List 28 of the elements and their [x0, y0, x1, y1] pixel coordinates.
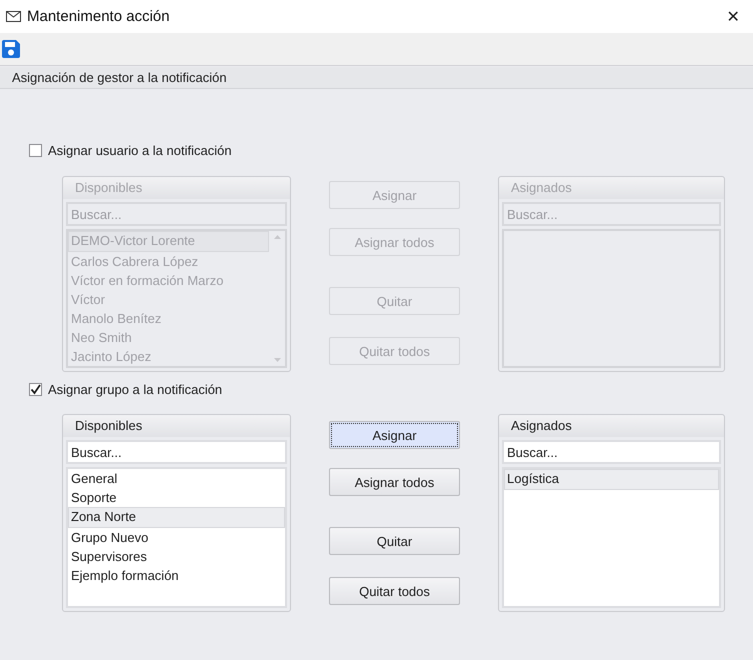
list-item[interactable]: Ejemplo formación: [68, 566, 285, 585]
list-item[interactable]: Zona Norte: [68, 507, 285, 528]
checkbox-label[interactable]: Asignar usuario a la notificación: [48, 142, 232, 158]
envelope-icon: [6, 10, 21, 22]
window-title: Mantenimento acción: [27, 8, 171, 25]
action-button[interactable]: Quitar: [329, 527, 460, 555]
panel-title: Disponibles: [63, 177, 290, 199]
action-button[interactable]: Quitar todos: [329, 577, 460, 605]
save-icon[interactable]: [1, 39, 21, 59]
search-field[interactable]: Buscar...: [66, 440, 287, 464]
checkbox-label[interactable]: Asignar grupo a la notificación: [48, 382, 222, 396]
close-button[interactable]: ✕: [719, 6, 747, 26]
action-button[interactable]: Asignar todos: [329, 468, 460, 496]
panel-title: Asignados: [499, 177, 724, 199]
list-item[interactable]: Soporte: [68, 488, 285, 507]
panel-title: Disponibles: [63, 415, 290, 437]
action-button[interactable]: Asignar: [329, 421, 460, 449]
list-item[interactable]: Supervisores: [68, 547, 285, 566]
panel-title: Asignados: [499, 415, 724, 437]
checkbox[interactable]: [29, 382, 42, 396]
list-item[interactable]: Logística: [504, 469, 719, 490]
checkbox[interactable]: [29, 144, 42, 156]
section-header: Asignación de gestor a la notificación: [0, 67, 753, 89]
list-item[interactable]: Grupo Nuevo: [68, 528, 285, 547]
list-box[interactable]: General Soporte Zona Norte Grupo Nuevo Supervisores Ejemplo formación: [66, 467, 287, 608]
list-item[interactable]: General: [68, 469, 285, 488]
search-field[interactable]: Buscar...: [502, 440, 721, 464]
list-box[interactable]: Logística: [502, 467, 721, 608]
